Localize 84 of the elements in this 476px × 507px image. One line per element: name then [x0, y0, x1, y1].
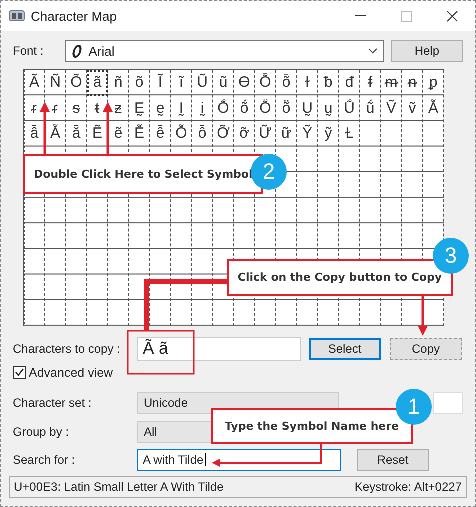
character-cell[interactable]: ᵵ — [87, 96, 108, 122]
reset-button[interactable]: Reset — [357, 448, 429, 471]
character-cell[interactable]: ã — [87, 70, 108, 96]
character-cell[interactable]: Ỗ — [171, 121, 192, 147]
character-cell[interactable]: ỡ — [234, 121, 255, 147]
character-cell[interactable]: ẫ — [24, 121, 45, 147]
character-cell[interactable]: Ṏ — [255, 96, 276, 122]
character-cell[interactable]: Õ — [66, 70, 87, 96]
character-cell[interactable]: ᵬ — [318, 70, 339, 96]
character-info: U+00E3: Latin Small Letter A With Tilde — [14, 480, 224, 494]
character-cell[interactable]: ᵰ — [402, 70, 423, 96]
search-field[interactable]: A with Tilde — [137, 448, 341, 471]
character-cell[interactable]: ñ — [108, 70, 129, 96]
character-cell[interactable]: Ĩ — [150, 70, 171, 96]
group-by-label: Group by : — [13, 424, 70, 439]
advanced-view-checkbox[interactable] — [13, 366, 26, 380]
character-cell[interactable]: ỗ — [192, 121, 213, 147]
character-cell[interactable]: Ṵ — [297, 96, 318, 122]
highlight-box — [127, 330, 195, 375]
character-cell[interactable]: ᵴ — [66, 96, 87, 122]
character-cell[interactable]: ĩ — [171, 70, 192, 96]
character-cell[interactable]: Ñ — [45, 70, 66, 96]
character-cell[interactable]: ṍ — [234, 96, 255, 122]
font-label: Font : — [13, 44, 45, 58]
arrow — [40, 102, 50, 154]
character-cell[interactable]: Ã — [24, 70, 45, 96]
character-cell[interactable]: Ỹ — [297, 121, 318, 147]
advanced-view-label: Advanced view — [29, 366, 114, 380]
keystroke-info: Keystroke: Alt+0227 — [354, 480, 462, 494]
select-button[interactable]: Select — [309, 338, 381, 360]
character-cell[interactable]: Ḭ — [171, 96, 192, 122]
app-icon — [9, 10, 25, 22]
character-cell[interactable]: ũ — [213, 70, 234, 96]
character-cell[interactable]: ᵱ — [423, 70, 444, 96]
character-cell[interactable]: ṏ — [276, 96, 297, 122]
character-cell[interactable]: ṽ — [402, 96, 423, 122]
characters-to-copy-label: Characters to copy : — [13, 342, 122, 356]
character-cell[interactable]: ᵲ — [24, 96, 45, 122]
character-cell[interactable]: ᵭ — [339, 70, 360, 96]
minimize-icon[interactable] — [354, 15, 366, 17]
character-cell[interactable]: Ṹ — [339, 96, 360, 122]
character-cell[interactable]: ṵ — [318, 96, 339, 122]
character-cell[interactable]: Ḛ — [129, 96, 150, 122]
arrow — [103, 102, 113, 154]
characters-to-copy-field[interactable]: Ã ã — [137, 336, 301, 361]
character-cell[interactable]: ễ — [150, 121, 171, 147]
character-cell[interactable]: Ɫ — [339, 121, 360, 147]
character-cell[interactable]: ẽ — [108, 121, 129, 147]
character-cell[interactable]: ẵ — [66, 121, 87, 147]
character-cell[interactable]: ȭ — [276, 70, 297, 96]
character-cell[interactable]: õ — [129, 70, 150, 96]
dropdown-caret-icon — [368, 48, 378, 54]
go-to-unicode-field[interactable] — [433, 392, 463, 414]
character-cell[interactable]: ḭ — [192, 96, 213, 122]
arrow — [418, 296, 428, 336]
character-cell[interactable]: Ṽ — [381, 96, 402, 122]
character-cell[interactable]: ɫ — [297, 70, 318, 96]
step-badge: 1 — [396, 389, 432, 425]
search-label: Search for : — [13, 452, 76, 467]
character-cell[interactable]: Ẫ — [423, 96, 444, 122]
character-cell[interactable]: ữ — [276, 121, 297, 147]
character-cell[interactable]: ᵮ — [360, 70, 381, 96]
character-cell[interactable]: ṹ — [360, 96, 381, 122]
character-cell[interactable]: Ṍ — [213, 96, 234, 122]
copy-button[interactable]: Copy — [390, 338, 462, 360]
character-cell[interactable]: ᵶ — [108, 96, 129, 122]
character-set-label: Character set : — [13, 396, 93, 410]
window-title: Character Map — [31, 8, 118, 24]
character-cell[interactable]: Ữ — [255, 121, 276, 147]
character-cell[interactable]: ḛ — [150, 96, 171, 122]
character-cell[interactable]: ᵯ — [381, 70, 402, 96]
character-cell[interactable]: Ȭ — [255, 70, 276, 96]
character-cell[interactable]: Ễ — [129, 121, 150, 147]
character-cell[interactable]: Ũ — [192, 70, 213, 96]
character-cell[interactable]: Ẵ — [45, 121, 66, 147]
character-cell[interactable]: Ẽ — [87, 121, 108, 147]
character-cell[interactable]: ᵳ — [45, 96, 66, 122]
font-type-icon — [70, 44, 83, 58]
font-dropdown[interactable]: Arial — [64, 40, 384, 62]
help-button[interactable]: Help — [391, 40, 463, 62]
character-cell[interactable]: Ỡ — [213, 121, 234, 147]
character-cell[interactable]: ỹ — [318, 121, 339, 147]
character-cell[interactable]: Ɵ — [234, 70, 255, 96]
close-icon[interactable] — [446, 10, 458, 22]
